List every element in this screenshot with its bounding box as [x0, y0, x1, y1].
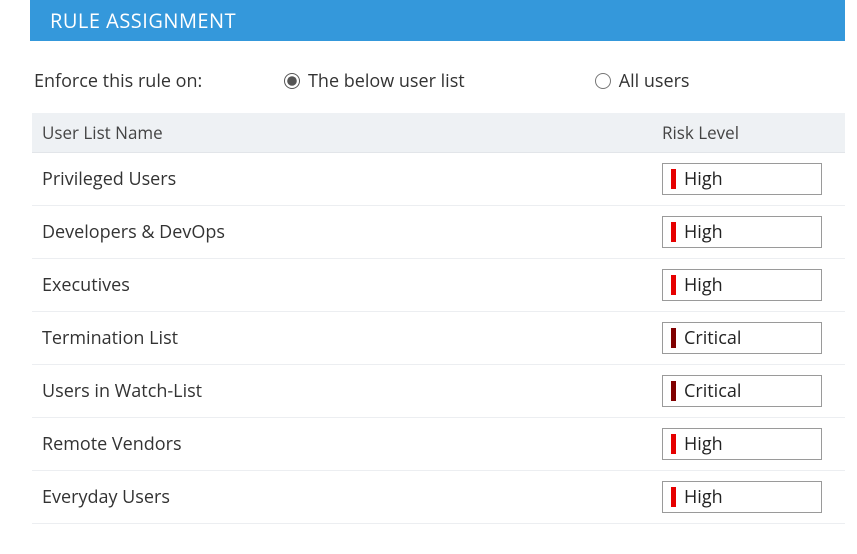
radio-below-user-list-input[interactable]: [284, 73, 300, 89]
risk-level-select[interactable]: High: [662, 481, 822, 513]
risk-level-cell: High: [652, 259, 845, 312]
risk-color-indicator: [671, 434, 676, 454]
col-header-name: User List Name: [32, 113, 652, 153]
user-list-name: Developers & DevOps: [32, 206, 652, 259]
user-list-table: User List Name Risk Level Privileged Use…: [32, 113, 845, 524]
risk-level-text: Critical: [684, 379, 741, 403]
risk-level-select[interactable]: High: [662, 216, 822, 248]
risk-level-select[interactable]: High: [662, 269, 822, 301]
col-header-risk: Risk Level: [652, 113, 845, 153]
radio-all-users-input[interactable]: [595, 73, 611, 89]
table-row: Executives High: [32, 259, 845, 312]
table-row: Privileged Users High: [32, 153, 845, 206]
risk-color-indicator: [671, 381, 676, 401]
risk-level-select[interactable]: High: [662, 163, 822, 195]
risk-level-select[interactable]: High: [662, 428, 822, 460]
risk-color-indicator: [671, 275, 676, 295]
user-list-name: Executives: [32, 259, 652, 312]
radio-below-user-list[interactable]: The below user list: [284, 69, 465, 93]
risk-level-text: High: [684, 167, 723, 191]
risk-level-cell: High: [652, 471, 845, 524]
user-list-name: Remote Vendors: [32, 418, 652, 471]
radio-below-user-list-label: The below user list: [308, 69, 465, 93]
risk-color-indicator: [671, 169, 676, 189]
risk-level-cell: Critical: [652, 365, 845, 418]
risk-level-select[interactable]: Critical: [662, 322, 822, 354]
table-row: Termination List Critical: [32, 312, 845, 365]
user-list-name: Users in Watch-List: [32, 365, 652, 418]
enforce-label: Enforce this rule on:: [34, 69, 284, 93]
table-row: Users in Watch-List Critical: [32, 365, 845, 418]
risk-level-cell: High: [652, 206, 845, 259]
risk-level-text: High: [684, 273, 723, 297]
enforce-radio-group: The below user list All users: [284, 69, 820, 93]
risk-level-select[interactable]: Critical: [662, 375, 822, 407]
table-row: Remote Vendors High: [32, 418, 845, 471]
user-list-name: Privileged Users: [32, 153, 652, 206]
risk-level-text: Critical: [684, 326, 741, 350]
table-row: Everyday Users High: [32, 471, 845, 524]
risk-level-text: High: [684, 432, 723, 456]
user-list-name: Termination List: [32, 312, 652, 365]
risk-level-cell: Critical: [652, 312, 845, 365]
table-row: Developers & DevOps High: [32, 206, 845, 259]
enforce-row: Enforce this rule on: The below user lis…: [0, 41, 857, 113]
radio-all-users[interactable]: All users: [595, 69, 690, 93]
panel-header: RULE ASSIGNMENT: [30, 0, 845, 41]
risk-level-text: High: [684, 485, 723, 509]
radio-all-users-label: All users: [619, 69, 690, 93]
user-list-name: Everyday Users: [32, 471, 652, 524]
risk-color-indicator: [671, 328, 676, 348]
risk-level-cell: High: [652, 418, 845, 471]
risk-level-text: High: [684, 220, 723, 244]
risk-color-indicator: [671, 487, 676, 507]
risk-level-cell: High: [652, 153, 845, 206]
risk-color-indicator: [671, 222, 676, 242]
table-header-row: User List Name Risk Level: [32, 113, 845, 153]
